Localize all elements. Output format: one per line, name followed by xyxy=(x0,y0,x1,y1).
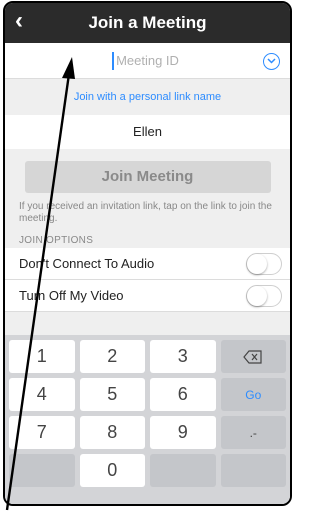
key-3[interactable]: 3 xyxy=(150,340,216,373)
key-9[interactable]: 9 xyxy=(150,416,216,449)
phone-screen: ‹ Join a Meeting Join with a personal li… xyxy=(3,1,292,506)
dot-dash-key[interactable]: .- xyxy=(220,416,286,449)
backspace-key[interactable] xyxy=(220,340,286,373)
toggle-knob xyxy=(247,254,267,274)
back-chevron-icon[interactable]: ‹ xyxy=(15,7,23,35)
option-label: Turn Off My Video xyxy=(19,288,124,303)
page-title: Join a Meeting xyxy=(88,13,207,32)
option-turn-off-video: Turn Off My Video xyxy=(5,280,290,312)
go-key[interactable]: Go xyxy=(220,378,286,411)
join-meeting-button[interactable]: Join Meeting xyxy=(24,161,271,193)
blank-key xyxy=(220,454,286,487)
key-4[interactable]: 4 xyxy=(9,378,75,411)
meeting-id-row xyxy=(5,43,290,79)
key-1[interactable]: 1 xyxy=(9,340,75,373)
name-field[interactable]: Ellen xyxy=(5,115,290,149)
chevron-down-icon[interactable] xyxy=(263,53,280,70)
numeric-keypad: 1 2 3 4 5 6 Go 7 8 9 .- 0 xyxy=(5,335,290,504)
blank-key xyxy=(9,454,75,487)
option-dont-connect-audio: Don't Connect To Audio xyxy=(5,248,290,280)
audio-toggle[interactable] xyxy=(246,253,282,275)
blank-key xyxy=(150,454,216,487)
header-bar: ‹ Join a Meeting xyxy=(5,3,290,43)
invitation-hint: If you received an invitation link, tap … xyxy=(19,201,272,224)
video-toggle[interactable] xyxy=(246,285,282,307)
personal-link-button[interactable]: Join with a personal link name xyxy=(5,79,290,115)
text-cursor xyxy=(112,52,114,70)
key-0[interactable]: 0 xyxy=(79,454,145,487)
key-7[interactable]: 7 xyxy=(9,416,75,449)
key-2[interactable]: 2 xyxy=(79,340,145,373)
option-label: Don't Connect To Audio xyxy=(19,256,155,271)
meeting-id-input[interactable] xyxy=(67,53,228,68)
key-8[interactable]: 8 xyxy=(79,416,145,449)
key-6[interactable]: 6 xyxy=(150,378,216,411)
toggle-knob xyxy=(247,286,267,306)
key-5[interactable]: 5 xyxy=(79,378,145,411)
join-options-label: JOIN OPTIONS xyxy=(19,235,94,246)
backspace-icon xyxy=(243,349,262,364)
